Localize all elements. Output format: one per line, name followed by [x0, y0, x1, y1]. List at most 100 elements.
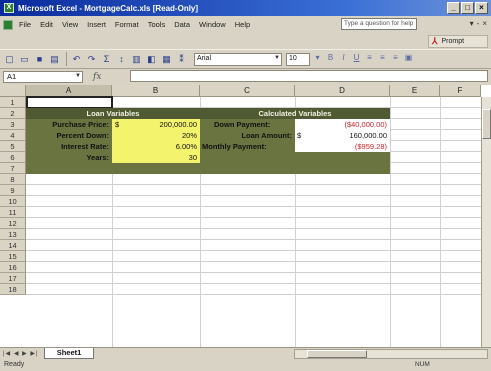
column-header-e[interactable]: E	[390, 85, 440, 97]
grid-line	[26, 239, 491, 240]
column-header-d[interactable]: D	[295, 85, 390, 97]
row-header-5[interactable]: 5	[0, 141, 26, 152]
down-payment-label[interactable]: Down Payment:	[200, 119, 295, 130]
column-header-c[interactable]: C	[200, 85, 295, 97]
chevron-down-icon[interactable]: ▼	[274, 55, 280, 61]
grid-line	[26, 217, 491, 218]
row-header-2[interactable]: 2	[0, 108, 26, 119]
redo-icon[interactable]: ↷	[85, 53, 98, 66]
years-label[interactable]: Years:	[26, 152, 112, 163]
column-header-b[interactable]: B	[112, 85, 200, 97]
row-header-9[interactable]: 9	[0, 185, 26, 196]
monthly-payment-value[interactable]: ($959.28)	[295, 141, 390, 152]
row-header-11[interactable]: 11	[0, 207, 26, 218]
menu-edit[interactable]: Edit	[40, 20, 53, 29]
menu-file[interactable]: File	[19, 20, 31, 29]
minimize-button[interactable]: _	[447, 2, 460, 14]
print-icon[interactable]: ▤	[48, 53, 61, 66]
purchase-price-label[interactable]: Purchase Price:	[26, 119, 112, 130]
doc-close-button[interactable]: ×	[482, 19, 487, 28]
loan-amount-cell[interactable]: $ 160,000.00	[295, 130, 390, 141]
bold-icon[interactable]: B	[325, 53, 336, 65]
vertical-scroll-thumb[interactable]	[482, 109, 491, 139]
excel-app-icon[interactable]: X	[4, 3, 14, 13]
menu-insert[interactable]: Insert	[87, 20, 106, 29]
menu-window[interactable]: Window	[199, 20, 226, 29]
worksheet-grid[interactable]: A B C D E F 1 2 3 4 5 6 7 8 9 10 11 12 1…	[0, 85, 491, 347]
row-header-6[interactable]: 6	[0, 152, 26, 163]
help-question-input[interactable]: Type a question for help	[341, 18, 417, 30]
calculated-variables-header[interactable]: Calculated Variables	[200, 108, 390, 119]
loan-amount-label[interactable]: Loan Amount:	[200, 130, 295, 141]
row-header-1[interactable]: 1	[0, 97, 26, 108]
italic-icon[interactable]: I	[338, 53, 349, 65]
chart-wizard-icon[interactable]: ▥	[130, 53, 143, 66]
monthly-payment-label[interactable]: Monthly Payment:	[200, 141, 295, 152]
row-header-10[interactable]: 10	[0, 196, 26, 207]
toolbar-options-icon[interactable]: ⁑	[175, 53, 188, 66]
interest-rate-value[interactable]: 6.00%	[112, 141, 200, 152]
row-header-4[interactable]: 4	[0, 130, 26, 141]
menu-tools[interactable]: Tools	[148, 20, 166, 29]
open-folder-icon[interactable]: ▭	[18, 53, 31, 66]
maximize-button[interactable]: □	[461, 2, 474, 14]
footer-band-row7[interactable]	[26, 163, 390, 174]
row-header-13[interactable]: 13	[0, 229, 26, 240]
row-header-18[interactable]: 18	[0, 284, 26, 295]
doc-menu-arrow[interactable]: ▾	[470, 19, 474, 28]
name-box[interactable]: A1 ▼	[3, 70, 83, 83]
save-icon[interactable]: ■	[33, 53, 46, 66]
font-name-value: Arial	[197, 54, 212, 62]
prompt-button[interactable]: ⅄ Prompt	[428, 35, 488, 48]
font-name-select[interactable]: Arial ▼	[194, 52, 282, 66]
horizontal-scrollbar[interactable]	[294, 349, 488, 359]
zoom-icon[interactable]: ▦	[160, 53, 173, 66]
menu-help[interactable]: Help	[235, 20, 250, 29]
align-left-icon[interactable]: ≡	[364, 53, 375, 65]
years-value[interactable]: 30	[112, 152, 200, 163]
font-size-select[interactable]: 10	[286, 52, 310, 66]
menu-data[interactable]: Data	[174, 20, 190, 29]
loan-variables-header[interactable]: Loan Variables	[26, 108, 200, 119]
row-header-17[interactable]: 17	[0, 273, 26, 284]
horizontal-scroll-thumb[interactable]	[307, 350, 367, 358]
vertical-scrollbar[interactable]	[481, 97, 491, 347]
insert-function-icon[interactable]: fx	[93, 72, 101, 82]
row-header-16[interactable]: 16	[0, 262, 26, 273]
row-header-15[interactable]: 15	[0, 251, 26, 262]
sort-icon[interactable]: ↕	[115, 53, 128, 66]
grid-line	[26, 228, 491, 229]
row-header-8[interactable]: 8	[0, 174, 26, 185]
loan-amount-currency: $	[297, 131, 302, 140]
purchase-price-cell[interactable]: $ 200,000.00	[112, 119, 200, 130]
font-size-arrow-icon[interactable]: ▾	[312, 53, 323, 65]
underline-icon[interactable]: U	[351, 53, 362, 65]
name-box-chevron-icon[interactable]: ▼	[75, 73, 81, 79]
row-header-12[interactable]: 12	[0, 218, 26, 229]
align-right-icon[interactable]: ≡	[390, 53, 401, 65]
row-header-7[interactable]: 7	[0, 163, 26, 174]
percent-down-label[interactable]: Percent Down:	[26, 130, 112, 141]
tab-sheet1[interactable]: Sheet1	[44, 348, 94, 359]
drawing-icon[interactable]: ◧	[145, 53, 158, 66]
menu-view[interactable]: View	[62, 20, 78, 29]
merge-center-icon[interactable]: ▣	[403, 53, 414, 65]
close-button[interactable]: ×	[475, 2, 488, 14]
percent-down-value[interactable]: 20%	[112, 130, 200, 141]
tab-navigation-arrows[interactable]: |◀ ◀ ▶ ▶|	[3, 350, 39, 357]
new-document-icon[interactable]: ▢	[3, 53, 16, 66]
select-all-corner[interactable]	[0, 85, 26, 97]
menu-format[interactable]: Format	[115, 20, 139, 29]
align-center-icon[interactable]: ≡	[377, 53, 388, 65]
workbook-icon[interactable]	[3, 19, 13, 30]
interest-rate-label[interactable]: Interest Rate:	[26, 141, 112, 152]
column-header-f[interactable]: F	[440, 85, 481, 97]
down-payment-value[interactable]: ($40,000.00)	[295, 119, 390, 130]
calc-filler-row6[interactable]	[200, 152, 390, 163]
doc-minimize-button[interactable]: -	[477, 19, 480, 28]
row-header-3[interactable]: 3	[0, 119, 26, 130]
autosum-icon[interactable]: Σ	[100, 53, 113, 66]
undo-icon[interactable]: ↶	[70, 53, 83, 66]
formula-input[interactable]	[130, 70, 488, 82]
row-header-14[interactable]: 14	[0, 240, 26, 251]
